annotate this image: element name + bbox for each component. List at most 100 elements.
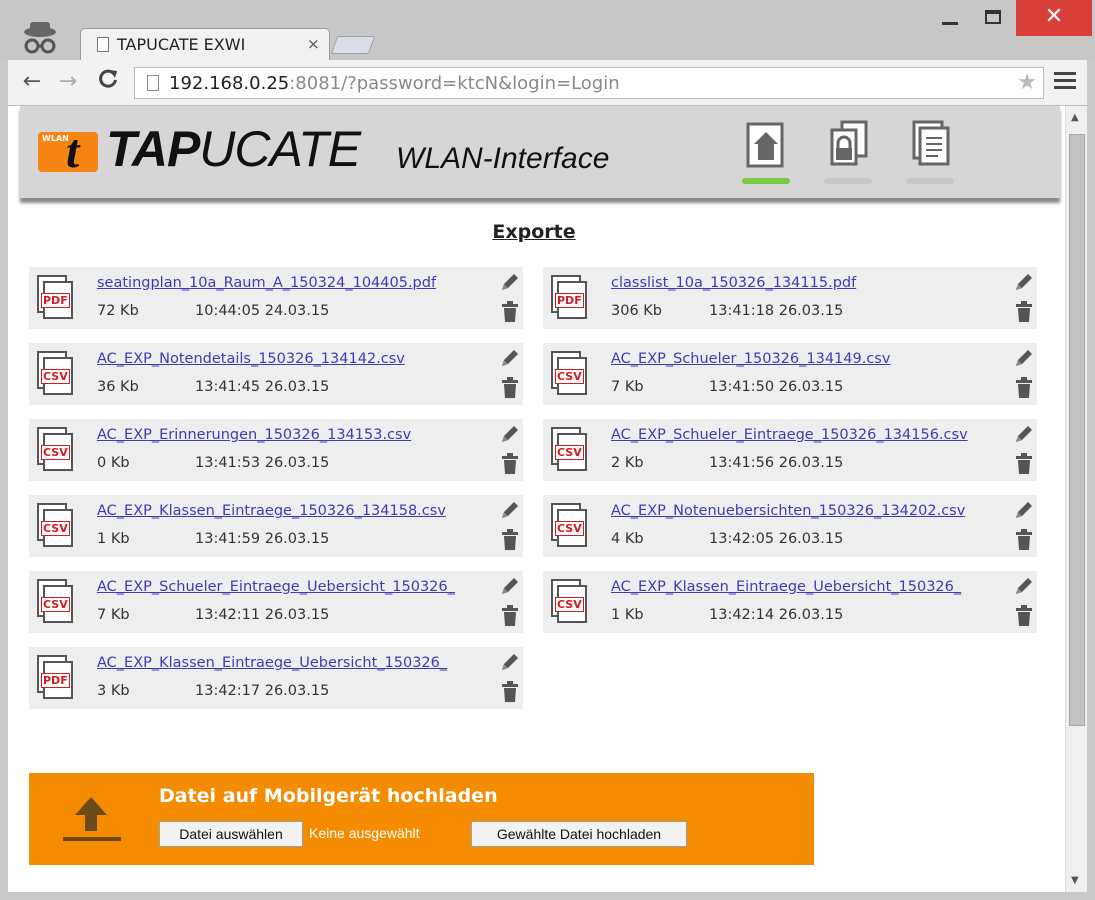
scroll-thumb[interactable] [1069, 134, 1085, 726]
file-timestamp: 13:41:56 26.03.15 [709, 455, 844, 471]
delete-trash-icon[interactable] [1015, 377, 1033, 399]
delete-trash-icon[interactable] [501, 377, 519, 399]
delete-trash-icon[interactable] [501, 681, 519, 703]
no-file-selected-label: Keine ausgewählt [309, 825, 420, 841]
window-titlebar: TAPUCATE EXWI × ✕ [0, 0, 1095, 60]
file-size: 1 Kb [97, 531, 130, 547]
tapucate-logo-icon: WLAN t [38, 125, 98, 178]
tab-close-icon[interactable]: × [307, 35, 320, 53]
edit-pencil-icon[interactable] [499, 423, 521, 445]
file-card: PDF seatingplan_10a_Raum_A_150324_104405.… [29, 267, 523, 329]
minimize-button[interactable] [930, 0, 970, 36]
edit-pencil-icon[interactable] [499, 575, 521, 597]
edit-pencil-icon[interactable] [499, 271, 521, 293]
edit-pencil-icon[interactable] [1013, 499, 1035, 521]
file-download-link[interactable]: AC_EXP_Schueler_Eintraege_150326_134156.… [611, 427, 1009, 443]
nav-home[interactable] [742, 118, 794, 184]
delete-trash-icon[interactable] [501, 529, 519, 551]
browser-tab[interactable]: TAPUCATE EXWI × [80, 28, 330, 60]
upload-file-button[interactable]: Gewählte Datei hochladen [471, 821, 687, 847]
new-tab-button[interactable] [330, 36, 376, 54]
scroll-up-arrow-icon[interactable]: ▲ [1071, 112, 1079, 123]
logo-subtitle: WLAN-Interface [396, 142, 610, 175]
file-timestamp: 13:42:14 26.03.15 [709, 607, 844, 623]
edit-pencil-icon[interactable] [499, 347, 521, 369]
file-card: CSV AC_EXP_Schueler_150326_134149.csv 7 Kb… [543, 343, 1037, 405]
delete-trash-icon[interactable] [1015, 529, 1033, 551]
file-timestamp: 13:42:05 26.03.15 [709, 531, 844, 547]
upload-panel: Datei auf Mobilgerät hochladen Datei aus… [29, 773, 814, 865]
file-timestamp: 13:41:18 26.03.15 [709, 303, 844, 319]
delete-trash-icon[interactable] [501, 453, 519, 475]
csv-file-icon: CSV [37, 503, 77, 549]
inactive-indicator [824, 178, 872, 184]
edit-pencil-icon[interactable] [1013, 423, 1035, 445]
home-icon [746, 122, 784, 168]
file-size: 3 Kb [97, 683, 130, 699]
nav-lock[interactable] [824, 118, 876, 184]
address-bar[interactable]: 192.168.0.25:8081/?password=ktcN&login=L… [134, 67, 1044, 99]
file-card: PDF AC_EXP_Klassen_Eintraege_Uebersicht_1… [29, 647, 523, 709]
file-size: 7 Kb [611, 379, 644, 395]
nav-documents[interactable] [906, 118, 958, 184]
file-size: 0 Kb [97, 455, 130, 471]
edit-pencil-icon[interactable] [1013, 347, 1035, 369]
file-download-link[interactable]: AC_EXP_Klassen_Eintraege_Uebersicht_1503… [97, 655, 495, 671]
choose-file-button[interactable]: Datei auswählen [159, 821, 303, 847]
file-download-link[interactable]: AC_EXP_Schueler_150326_134149.csv [611, 351, 1009, 367]
edit-pencil-icon[interactable] [499, 499, 521, 521]
csv-file-icon: CSV [37, 427, 77, 473]
file-download-link[interactable]: AC_EXP_Klassen_Eintraege_Uebersicht_1503… [611, 579, 1009, 595]
csv-file-icon: CSV [551, 579, 591, 625]
file-card: CSV AC_EXP_Schueler_Eintraege_150326_1341… [543, 419, 1037, 481]
back-button[interactable]: ← [18, 68, 46, 96]
delete-trash-icon[interactable] [1015, 453, 1033, 475]
url-text[interactable]: 192.168.0.25:8081/?password=ktcN&login=L… [169, 73, 620, 94]
page-icon [147, 75, 159, 91]
pdf-file-icon: PDF [37, 275, 77, 321]
pdf-file-icon: PDF [551, 275, 591, 321]
edit-pencil-icon[interactable] [499, 651, 521, 673]
file-download-link[interactable]: AC_EXP_Schueler_Eintraege_Uebersicht_150… [97, 579, 495, 595]
forward-button[interactable]: → [54, 68, 82, 96]
scroll-down-arrow-icon[interactable]: ▼ [1071, 875, 1079, 886]
file-size: 36 Kb [97, 379, 139, 395]
logo-wordmark: TAPUCATE [106, 121, 361, 177]
file-download-link[interactable]: AC_EXP_Erinnerungen_150326_134153.csv [97, 427, 495, 443]
file-download-link[interactable]: AC_EXP_Notenuebersichten_150326_134202.c… [611, 503, 1009, 519]
vertical-scrollbar[interactable]: ▲ ▼ [1065, 106, 1087, 892]
file-timestamp: 13:42:11 26.03.15 [195, 607, 330, 623]
edit-pencil-icon[interactable] [1013, 575, 1035, 597]
delete-trash-icon[interactable] [1015, 301, 1033, 323]
active-indicator [742, 178, 790, 184]
documents-icon [912, 120, 950, 166]
tab-title: TAPUCATE EXWI [117, 35, 246, 54]
file-download-link[interactable]: seatingplan_10a_Raum_A_150324_104405.pdf [97, 275, 495, 291]
file-download-link[interactable]: AC_EXP_Notendetails_150326_134142.csv [97, 351, 495, 367]
file-download-link[interactable]: AC_EXP_Klassen_Eintraege_150326_134158.c… [97, 503, 495, 519]
incognito-icon [18, 18, 62, 58]
edit-pencil-icon[interactable] [1013, 271, 1035, 293]
reload-button[interactable] [94, 68, 122, 96]
delete-trash-icon[interactable] [501, 301, 519, 323]
menu-icon[interactable] [1054, 72, 1076, 92]
file-download-link[interactable]: classlist_10a_150326_134115.pdf [611, 275, 1009, 291]
file-size: 72 Kb [97, 303, 139, 319]
delete-trash-icon[interactable] [1015, 605, 1033, 627]
maximize-button[interactable] [972, 0, 1014, 36]
upload-icon [61, 793, 121, 845]
file-size: 7 Kb [97, 607, 130, 623]
file-timestamp: 13:41:45 26.03.15 [195, 379, 330, 395]
delete-trash-icon[interactable] [501, 605, 519, 627]
file-timestamp: 13:42:17 26.03.15 [195, 683, 330, 699]
bookmark-star-icon[interactable]: ★ [1017, 70, 1037, 95]
csv-file-icon: CSV [551, 351, 591, 397]
file-size: 4 Kb [611, 531, 644, 547]
close-window-button[interactable]: ✕ [1016, 0, 1092, 36]
exports-heading: Exporte [492, 221, 576, 243]
inactive-indicator [906, 178, 954, 184]
reload-icon [99, 69, 117, 88]
file-card: PDF classlist_10a_150326_134115.pdf 306 Kb… [543, 267, 1037, 329]
file-timestamp: 13:41:53 26.03.15 [195, 455, 330, 471]
file-card: CSV AC_EXP_Notendetails_150326_134142.csv… [29, 343, 523, 405]
